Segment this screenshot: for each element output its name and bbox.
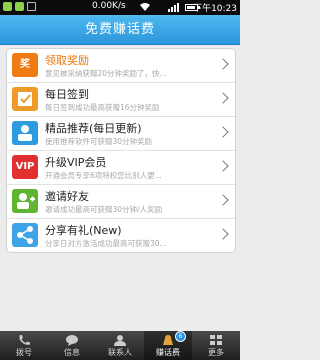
page-title: 免费赚话费 bbox=[0, 15, 240, 45]
list-item-vip[interactable]: VIP 升级VIP会员 开通会员专享6项特权您比别人更... bbox=[7, 151, 235, 185]
item-title: 升级VIP会员 bbox=[45, 156, 107, 169]
usb-icon bbox=[27, 2, 36, 11]
status-bar: 0.00K/s 下午10:23 bbox=[0, 0, 240, 15]
chevron-right-icon bbox=[217, 160, 229, 172]
list-item-invite-friends[interactable]: 邀请好友 邀请成功最高可获赠30分钟/人奖励 bbox=[7, 185, 235, 219]
list-item-recommend[interactable]: 精品推荐(每日更新) 使用推荐软件可获赠30分钟奖励 bbox=[7, 117, 235, 151]
tab-dial[interactable]: 拨号 bbox=[0, 331, 48, 360]
tab-messages[interactable]: 信息 bbox=[48, 331, 96, 360]
more-icon bbox=[210, 335, 222, 345]
item-title: 精品推荐(每日更新) bbox=[45, 122, 142, 135]
android-icon bbox=[15, 2, 24, 11]
tab-label: 联系人 bbox=[108, 348, 132, 357]
signal-icon bbox=[168, 3, 179, 12]
tab-badge: 6 bbox=[175, 331, 186, 342]
vip-icon: VIP bbox=[12, 155, 38, 179]
bottom-tab-bar: 拨号 信息 联系人 6 赚话费 更多 bbox=[0, 331, 240, 360]
tab-label: 信息 bbox=[64, 348, 80, 357]
chevron-right-icon bbox=[217, 194, 229, 206]
tab-contacts[interactable]: 联系人 bbox=[96, 331, 144, 360]
clock: 下午10:23 bbox=[193, 4, 237, 14]
share-icon bbox=[12, 223, 38, 247]
item-title: 邀请好友 bbox=[45, 190, 89, 203]
tab-more[interactable]: 更多 bbox=[192, 331, 240, 360]
tab-label: 赚话费 bbox=[156, 348, 180, 357]
list-item-daily-signin[interactable]: 每日签到 每日签到成功最高获赠16分钟奖励 bbox=[7, 83, 235, 117]
invite-icon bbox=[12, 189, 38, 213]
item-desc: 使用推荐软件可获赠30分钟奖励 bbox=[45, 137, 153, 146]
item-title: 分享有礼(New) bbox=[45, 224, 122, 237]
reward-list: 奖 领取奖励 意见被采纳获赠20分钟奖励了，快... 每日签到 每日签到成功最高… bbox=[6, 48, 236, 253]
phone-icon bbox=[19, 335, 30, 345]
message-icon bbox=[66, 335, 78, 346]
chevron-right-icon bbox=[217, 228, 229, 240]
app-notification-icon bbox=[3, 2, 12, 11]
recommend-icon bbox=[12, 121, 38, 145]
item-desc: 邀请成功最高可获赠30分钟/人奖励 bbox=[45, 205, 163, 214]
item-desc: 分享日对方激活成功最高可获赠30... bbox=[45, 239, 167, 248]
prize-icon: 奖 bbox=[12, 53, 38, 77]
tab-label: 拨号 bbox=[16, 348, 32, 357]
list-item-claim-reward[interactable]: 奖 领取奖励 意见被采纳获赠20分钟奖励了，快... bbox=[7, 49, 235, 83]
item-desc: 意见被采纳获赠20分钟奖励了，快... bbox=[45, 69, 167, 78]
item-desc: 每日签到成功最高获赠16分钟奖励 bbox=[45, 103, 160, 112]
item-title: 每日签到 bbox=[45, 88, 89, 101]
chevron-right-icon bbox=[217, 126, 229, 138]
chevron-right-icon bbox=[217, 58, 229, 70]
contacts-icon bbox=[114, 335, 126, 346]
signin-icon bbox=[12, 87, 38, 111]
item-title: 领取奖励 bbox=[45, 54, 89, 67]
chevron-right-icon bbox=[217, 92, 229, 104]
list-item-share-gift[interactable]: 分享有礼(New) 分享日对方激活成功最高可获赠30... bbox=[7, 219, 235, 252]
wifi-icon bbox=[140, 3, 150, 11]
tab-earn[interactable]: 6 赚话费 bbox=[144, 331, 192, 360]
notification-icons bbox=[3, 2, 36, 11]
net-speed: 0.00K/s bbox=[92, 1, 126, 11]
tab-label: 更多 bbox=[208, 348, 224, 357]
item-desc: 开通会员专享6项特权您比别人更... bbox=[45, 171, 162, 180]
earn-icon bbox=[163, 335, 173, 345]
